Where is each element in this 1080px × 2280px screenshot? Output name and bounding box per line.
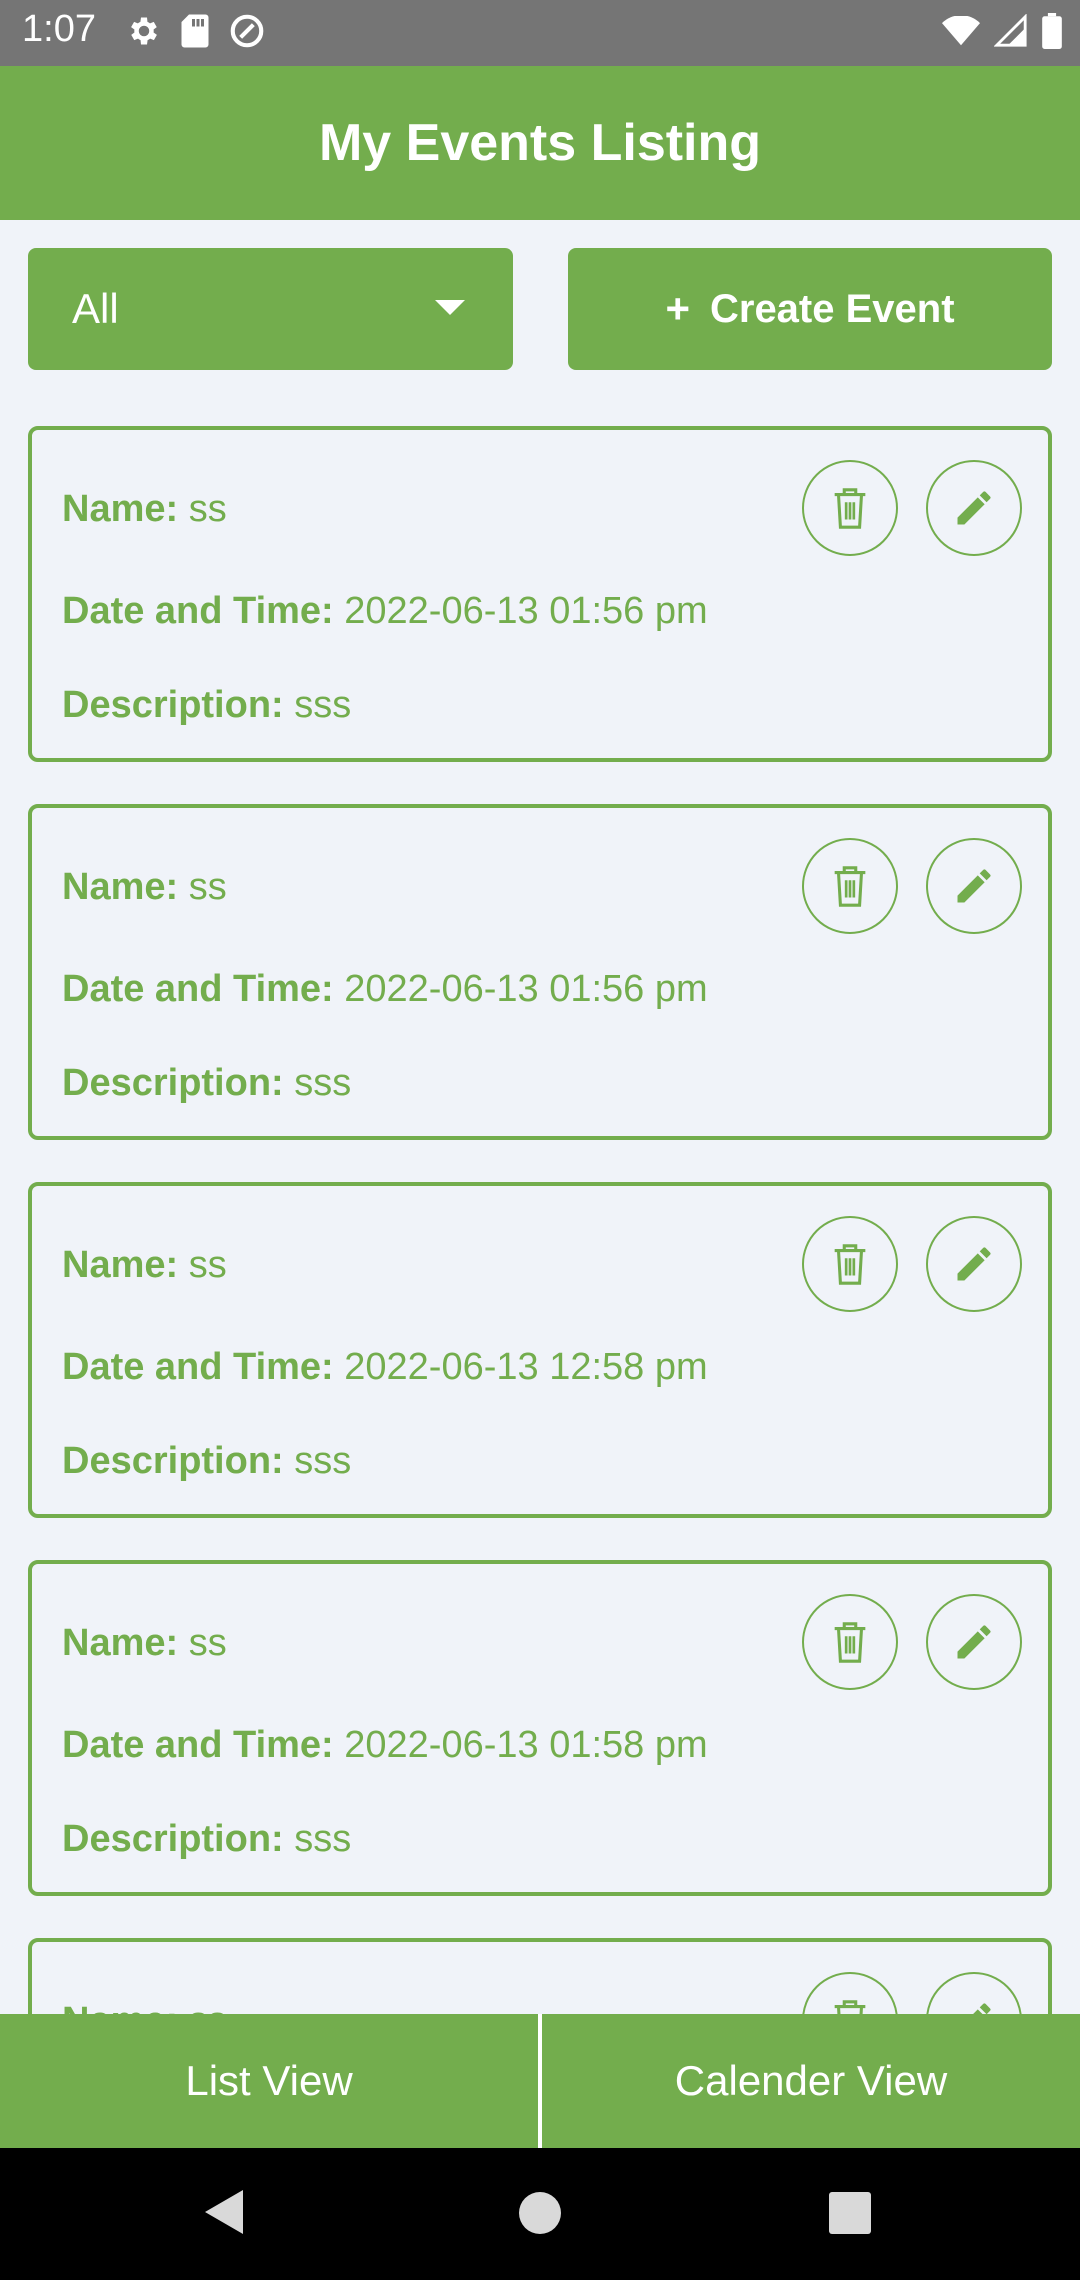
event-name: ss [188, 488, 227, 530]
datetime-label: Date and Time: [62, 590, 334, 632]
delete-button[interactable] [802, 1594, 898, 1690]
edit-button[interactable] [926, 1216, 1022, 1312]
data-saver-icon [228, 12, 266, 55]
event-datetime-row: Date and Time: 2022-06-13 01:56 pm [62, 590, 708, 633]
battery-icon [1042, 12, 1062, 54]
event-name: ss [188, 1622, 227, 1664]
event-name-row: Name: ss [62, 1622, 227, 1665]
chevron-down-icon [435, 300, 465, 315]
event-name: ss [188, 1244, 227, 1286]
settings-icon [126, 13, 162, 54]
pencil-icon [957, 869, 991, 903]
delete-button[interactable] [802, 1972, 898, 2014]
bottom-tab-bar: List View Calender View [0, 2014, 1080, 2148]
event-card: Name: ss Date and Time: 2022-06-13 01:58… [28, 1560, 1052, 1896]
delete-button[interactable] [802, 460, 898, 556]
datetime-label: Date and Time: [62, 1346, 334, 1388]
event-list[interactable]: Name: ss Date and Time: 2022-06-13 01:56… [0, 426, 1080, 2014]
trash-icon [834, 488, 866, 529]
description-label: Description: [62, 1062, 284, 1104]
description-label: Description: [62, 1818, 284, 1860]
event-description-row: Description: sss [62, 1440, 351, 1483]
tab-calendar-view[interactable]: Calender View [542, 2014, 1080, 2148]
tab-list-view-label: List View [185, 2057, 353, 2104]
create-event-button[interactable]: + Create Event [568, 248, 1052, 370]
filter-dropdown[interactable]: All [28, 248, 513, 370]
pencil-icon [957, 491, 991, 525]
event-card: Name: ss Date and Time: 2022-06-13 01:56… [28, 804, 1052, 1140]
event-description-row: Description: sss [62, 1818, 351, 1861]
plus-icon: + [665, 285, 690, 332]
event-datetime: 2022-06-13 12:58 pm [344, 1346, 708, 1388]
trash-icon [834, 1622, 866, 1663]
name-label: Name: [62, 866, 179, 908]
edit-button[interactable] [926, 460, 1022, 556]
recent-apps-icon[interactable] [829, 2192, 871, 2234]
edit-button[interactable] [926, 1594, 1022, 1690]
event-description: sss [294, 1440, 352, 1482]
page-title: My Events Listing [318, 114, 762, 172]
event-description-row: Description: sss [62, 1062, 351, 1105]
event-name-row: Name: ss [62, 1244, 227, 1287]
status-time: 1:07 [22, 8, 96, 50]
event-card: Name: ss Date and Time: 2022-06-13 12:58… [28, 1182, 1052, 1518]
sd-card-icon [180, 13, 210, 54]
trash-icon [834, 2000, 866, 2014]
datetime-label: Date and Time: [62, 968, 334, 1010]
pencil-icon [973, 2003, 991, 2014]
name-label: Name: [62, 1244, 179, 1286]
description-label: Description: [62, 1440, 284, 1482]
create-event-label: Create Event [709, 286, 955, 331]
tab-list-view[interactable]: List View [0, 2014, 538, 2148]
name-label: Name: [62, 2000, 178, 2014]
trash-icon [834, 866, 866, 907]
event-name: ss [188, 866, 227, 908]
trash-icon [834, 1244, 866, 1285]
event-datetime: 2022-06-13 01:58 pm [344, 1724, 708, 1766]
event-datetime: 2022-06-13 01:56 pm [344, 590, 708, 632]
pencil-icon [957, 1625, 991, 1659]
event-name-row: Name: ss [62, 866, 227, 909]
datetime-label: Date and Time: [62, 1724, 334, 1766]
name-label: Name: [62, 488, 179, 530]
signal-icon [993, 12, 1028, 53]
event-card: Name: ss [28, 1938, 1052, 2014]
event-name-row: Name: ss [62, 488, 227, 531]
name-label: Name: [62, 1622, 179, 1664]
event-datetime: 2022-06-13 01:56 pm [344, 968, 708, 1010]
pencil-icon [957, 1247, 991, 1281]
description-label: Description: [62, 684, 284, 726]
delete-button[interactable] [802, 1216, 898, 1312]
event-description: sss [294, 1818, 352, 1860]
delete-button[interactable] [802, 838, 898, 934]
home-icon[interactable] [519, 2192, 561, 2234]
event-card: Name: ss Date and Time: 2022-06-13 01:56… [28, 426, 1052, 762]
event-name-row: Name: ss [62, 2000, 227, 2014]
event-datetime-row: Date and Time: 2022-06-13 01:56 pm [62, 968, 708, 1011]
event-datetime-row: Date and Time: 2022-06-13 12:58 pm [62, 1346, 708, 1389]
status-bar: 1:07 [0, 0, 1080, 66]
tab-calendar-view-label: Calender View [674, 2057, 948, 2104]
edit-button[interactable] [926, 838, 1022, 934]
event-datetime-row: Date and Time: 2022-06-13 01:58 pm [62, 1724, 708, 1767]
event-description: sss [294, 684, 352, 726]
filter-selected-value: All [72, 285, 119, 332]
event-description: sss [294, 1062, 352, 1104]
edit-button[interactable] [926, 1972, 1022, 2014]
app-bar: My Events Listing [0, 66, 1080, 220]
back-icon[interactable] [205, 2190, 243, 2234]
wifi-icon [942, 14, 980, 51]
event-description-row: Description: sss [62, 684, 351, 727]
event-name: ss [189, 2000, 227, 2014]
